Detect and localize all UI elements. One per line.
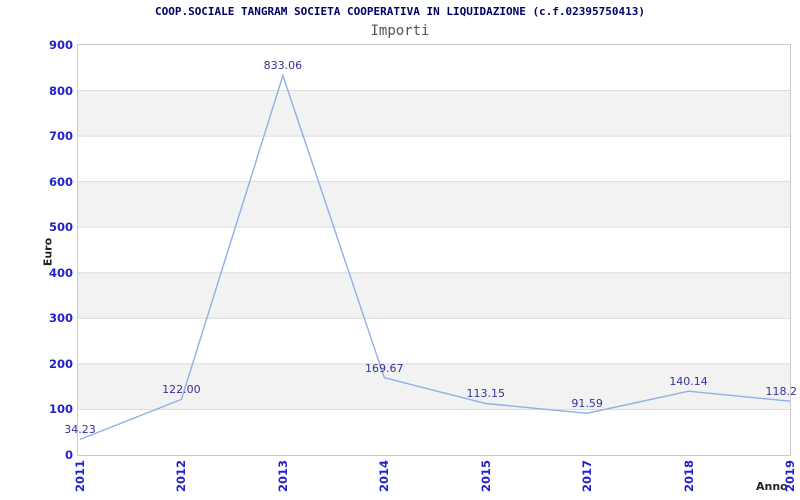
x-tick-label: 2015 [478, 459, 493, 493]
x-tick-label: 2014 [377, 459, 392, 493]
x-tick-label: 2018 [681, 459, 696, 493]
point-label: 833.06 [263, 59, 303, 73]
x-tick-label: 2011 [73, 459, 87, 493]
y-tick-label: 600 [48, 174, 73, 189]
y-tick-label: 900 [48, 38, 73, 52]
point-label: 169.67 [365, 361, 404, 375]
y-tick-label: 100 [48, 402, 73, 417]
point-label: 122.00 [162, 383, 201, 397]
chart-subtitle: Importi [370, 23, 430, 39]
point-label: 113.15 [466, 387, 505, 401]
point-label: 118.2 [765, 385, 798, 399]
x-tick-label: 2012 [174, 459, 189, 493]
point-label: 34.23 [64, 423, 96, 437]
point-label: 91.59 [571, 397, 603, 411]
importi-line-chart: COOP.SOCIALE TANGRAM SOCIETA COOPERATIVA… [0, 0, 800, 500]
y-tick-label: 300 [48, 311, 73, 326]
x-tick-label: 2019 [783, 459, 797, 493]
y-axis-title: Euro [41, 237, 55, 267]
chart-title: COOP.SOCIALE TANGRAM SOCIETA COOPERATIVA… [154, 5, 646, 18]
y-tick-label: 200 [48, 356, 73, 371]
y-tick-label: 400 [48, 265, 73, 280]
y-tick-label: 500 [48, 220, 73, 235]
x-tick-label: 2017 [580, 459, 595, 493]
y-tick-label: 700 [48, 129, 73, 144]
y-tick-label: 0 [64, 448, 73, 462]
x-tick-label: 2013 [275, 459, 290, 493]
y-tick-label: 800 [48, 83, 73, 98]
point-label: 140.14 [669, 375, 708, 389]
